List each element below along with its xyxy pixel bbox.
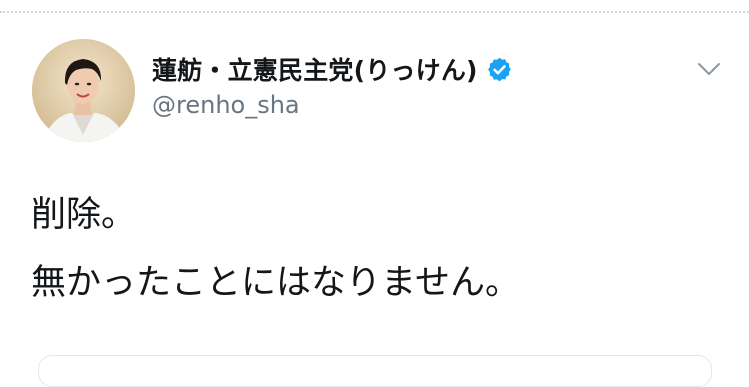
user-handle[interactable]: @renho_sha	[152, 91, 689, 119]
tweet-text-line: 削除。	[31, 195, 137, 235]
verified-badge-icon	[486, 56, 513, 83]
embedded-card[interactable]	[38, 355, 712, 387]
tweet-text-line: 無かったことにはなりません。	[31, 263, 520, 303]
chevron-down-icon	[698, 63, 720, 75]
display-name[interactable]: 蓮舫・立憲民主党(りっけん)	[152, 51, 478, 87]
tweet-text: 削除。 無かったことにはなりません。	[31, 191, 731, 307]
avatar[interactable]	[32, 39, 135, 142]
name-row: 蓮舫・立憲民主党(りっけん)	[152, 49, 689, 89]
tweet-menu-button[interactable]	[694, 57, 724, 81]
avatar-photo	[32, 39, 135, 142]
top-divider	[0, 11, 749, 13]
tweet-header: 蓮舫・立憲民主党(りっけん) @renho_sha	[152, 49, 689, 119]
